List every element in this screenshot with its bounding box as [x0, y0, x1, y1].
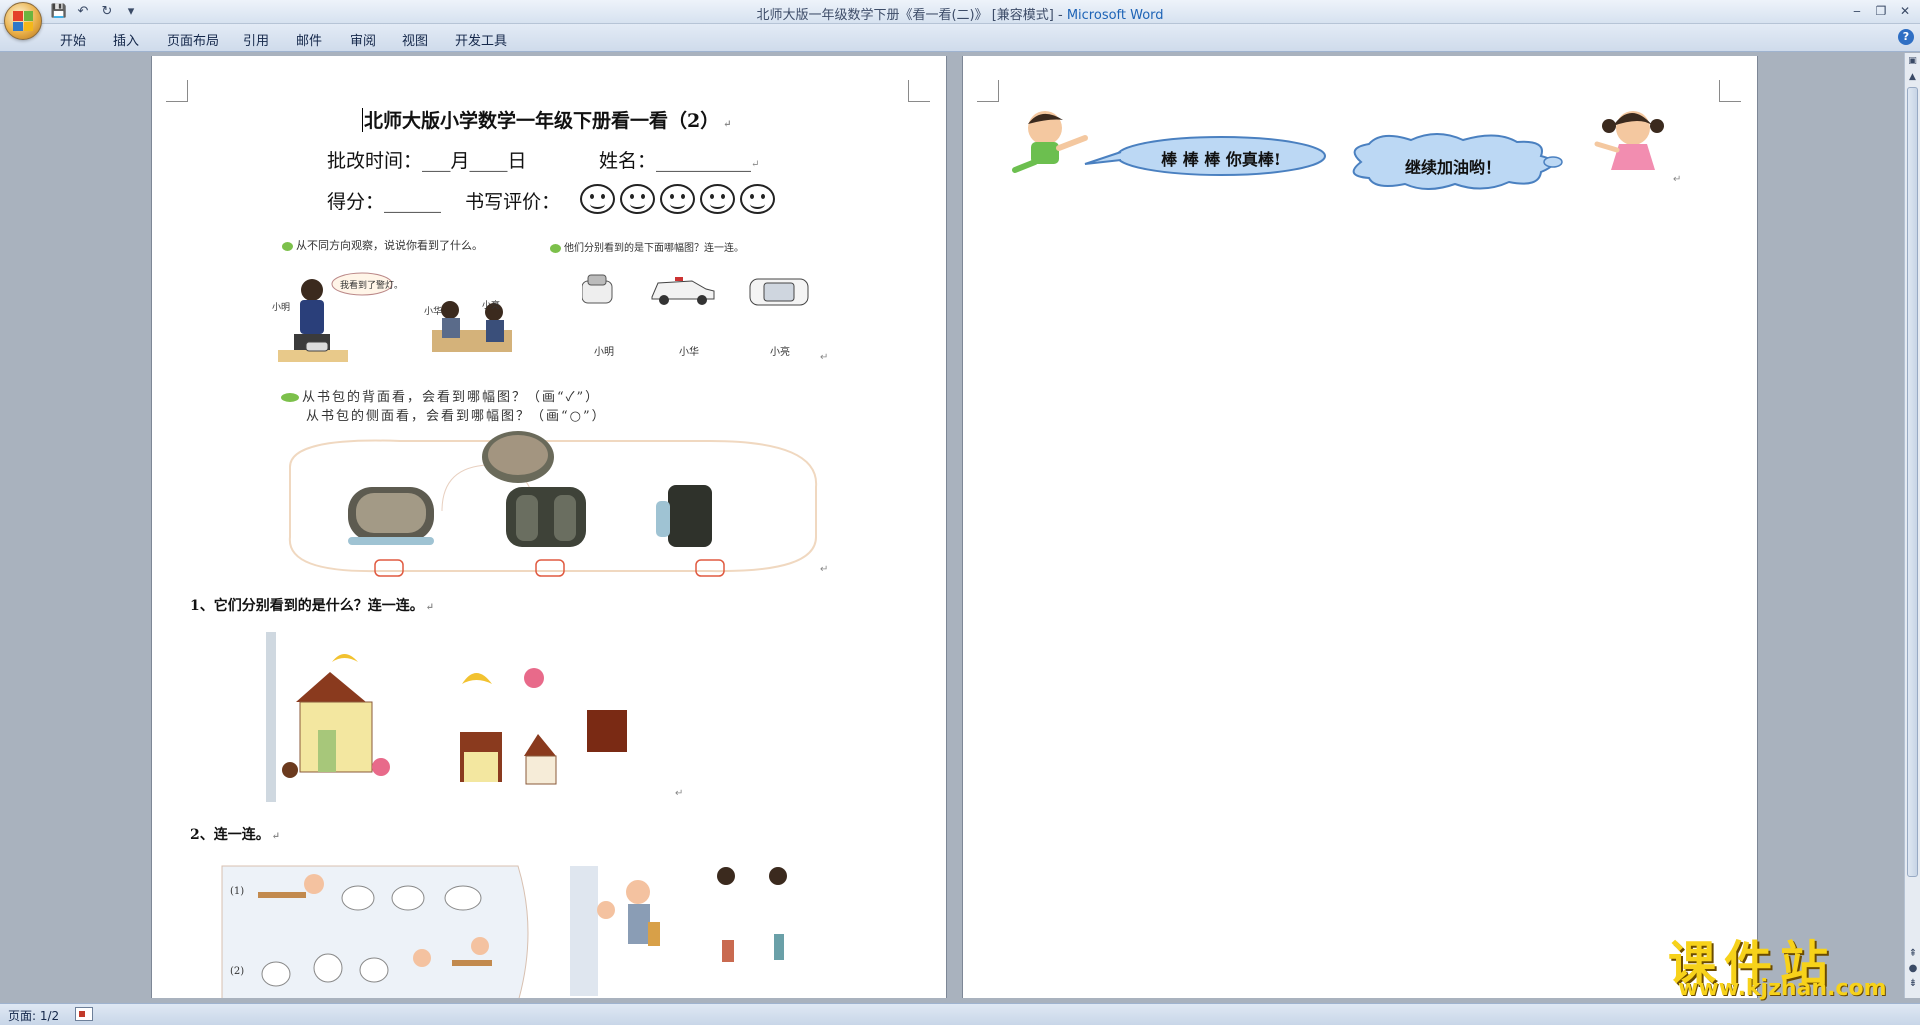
tab-home[interactable]: 开始 [60, 30, 86, 49]
document-page-1[interactable]: 北师大版小学数学一年级下册看一看（2） ↵ 批改时间：___月____日 姓名：_… [152, 56, 946, 998]
minimize-button[interactable]: ‒ [1846, 2, 1868, 20]
restore-button[interactable]: ❐ [1870, 2, 1892, 20]
paragraph-mark: ↵ [1673, 174, 1682, 185]
bullet-icon [550, 244, 561, 253]
tab-page-layout[interactable]: 页面布局 [167, 30, 219, 49]
writing-rating-smileys [580, 184, 775, 214]
next-page-icon[interactable]: ⇟ [1906, 978, 1920, 992]
row-marker: (1) [230, 886, 245, 897]
paragraph-mark: ↵ [675, 788, 684, 799]
margin-corner-mark [908, 80, 930, 102]
score-line: 得分：______ 书写评价： [327, 191, 561, 213]
smiley-icon [740, 184, 775, 214]
page-title: 北师大版小学数学一年级下册看一看（2） ↵ [364, 110, 732, 132]
smiley-icon [620, 184, 655, 214]
kid-label: 小华 [424, 307, 443, 317]
title-bar: 💾 ↶ ↻ ▾ 北师大版一年级数学下册《看一看(二)》 [兼容模式] - Mic… [0, 0, 1920, 24]
vertical-scrollbar[interactable]: ▣ ▲ ⇞ ● ⇟ [1904, 53, 1920, 998]
proofing-status-icon[interactable] [75, 1007, 93, 1021]
question-2-heading: 2、连一连。 ↵ [190, 827, 281, 843]
tab-mailings[interactable]: 邮件 [296, 30, 322, 49]
tab-review[interactable]: 审阅 [350, 30, 376, 49]
row-marker: (2) [230, 966, 245, 977]
browse-object-icon[interactable]: ● [1906, 963, 1920, 977]
ruler-toggle-icon[interactable]: ▣ [1905, 53, 1920, 69]
close-button[interactable]: ✕ [1894, 2, 1916, 20]
kids-observing-toy-car-image: 我看到了警灯。 小明 小华 小亮 [272, 260, 522, 366]
margin-corner-mark [166, 80, 188, 102]
ribbon-tabs: 开始 插入 页面布局 引用 邮件 审阅 视图 开发工具 ? [0, 24, 1920, 52]
view-label: 小亮 [770, 347, 790, 358]
encouragement-text: 继续加油哟！ [1404, 158, 1501, 177]
office-logo-icon [13, 11, 33, 31]
smiley-icon [580, 184, 615, 214]
view-label: 小明 [594, 347, 614, 358]
house-animals-matching-image [266, 632, 596, 802]
smiley-icon [700, 184, 735, 214]
margin-corner-mark [1719, 80, 1741, 102]
tab-developer[interactable]: 开发工具 [455, 30, 507, 49]
question-1-heading: 1、它们分别看到的是什么？连一连。 ↵ [190, 598, 435, 614]
office-button[interactable] [4, 2, 42, 40]
speech-bubble-text: 我看到了警灯。 [340, 281, 404, 291]
previous-page-icon[interactable]: ⇞ [1906, 948, 1920, 962]
kid-label: 小明 [272, 303, 291, 313]
brown-block-image [577, 706, 637, 756]
backpack-views-image [280, 427, 820, 577]
site-watermark: 课件站 www.kjzhan.com [1668, 924, 1887, 1001]
paragraph-mark: ↵ [820, 352, 829, 363]
backpack-question-line-2: 从书包的侧面看，会看到哪幅图？（画“○”） [306, 409, 607, 424]
smiley-icon [660, 184, 695, 214]
view-label: 小华 [679, 347, 699, 358]
tab-view[interactable]: 视图 [402, 30, 428, 49]
kid-label: 小亮 [482, 301, 501, 311]
status-bar: 页面: 1/2 [0, 1003, 1920, 1025]
bullet-icon [281, 393, 299, 402]
scroll-up-arrow-icon[interactable]: ▲ [1905, 69, 1920, 85]
correction-date-name-line: 批改时间：___月____日 姓名：__________↵ [327, 150, 760, 172]
margin-corner-mark [977, 80, 999, 102]
kids-teapots-matching-image: (1) (2) [218, 862, 818, 998]
section-a-caption: 从不同方向观察，说说你看到了什么。 [282, 237, 483, 253]
car-views-image [581, 269, 812, 309]
tab-references[interactable]: 引用 [243, 30, 269, 49]
praise-text: 棒 棒 棒 你真棒! [1161, 150, 1281, 169]
text-cursor [362, 108, 363, 132]
scroll-thumb[interactable] [1907, 87, 1918, 877]
watermark-url: www.kjzhan.com [1678, 976, 1887, 1001]
document-workspace: 北师大版小学数学一年级下册看一看（2） ↵ 批改时间：___月____日 姓名：_… [0, 53, 1904, 998]
bullet-icon [282, 241, 293, 251]
page-count-status[interactable]: 页面: 1/2 [8, 1007, 59, 1024]
girl-cartoon-image [1591, 104, 1673, 184]
paragraph-mark: ↵ [820, 564, 829, 575]
help-icon[interactable]: ? [1898, 29, 1914, 45]
tab-insert[interactable]: 插入 [113, 30, 139, 49]
section-b-caption: 他们分别看到的是下面哪幅图？连一连。 [550, 239, 744, 254]
backpack-question-line-1: 从书包的背面看，会看到哪幅图？（画“✓”） [281, 386, 600, 405]
document-page-2[interactable]: 棒 棒 棒 你真棒! 继续加油哟！ ↵ [963, 56, 1757, 998]
window-title: 北师大版一年级数学下册《看一看(二)》 [兼容模式] - Microsoft W… [756, 8, 1164, 23]
